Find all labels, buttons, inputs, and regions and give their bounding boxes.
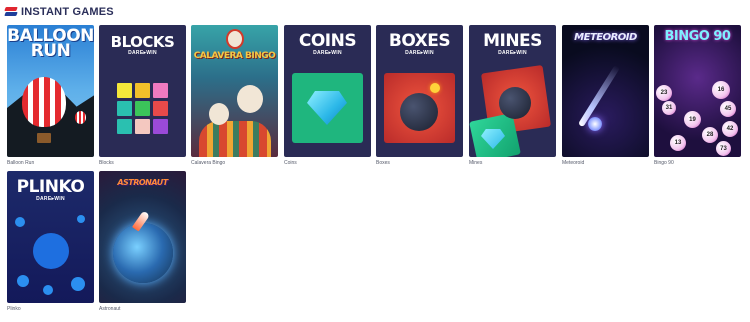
game-art-title: ASTRONAUT (117, 178, 168, 187)
game-thumbnail[interactable]: PLINKO DARE▸WIN (7, 171, 94, 303)
game-label[interactable]: Calavera Bingo (191, 160, 225, 166)
game-art-title: METEOROID (574, 32, 637, 43)
bingo-ball: 23 (656, 85, 672, 101)
basket-icon (37, 133, 51, 143)
bomb-icon (499, 87, 531, 119)
skull-icon (209, 103, 229, 125)
hot-air-balloon-icon (22, 77, 66, 127)
dare-win-logo: DARE▸WIN (128, 50, 157, 56)
bingo-ball: 19 (684, 111, 701, 128)
dare-win-logo: DARE▸WIN (313, 50, 342, 56)
game-label[interactable]: Bingo 90 (654, 160, 674, 166)
bingo-ball: 45 (720, 101, 736, 117)
game-art-title: BLOCKS (110, 33, 175, 51)
game-art-title: PLINKO (16, 177, 85, 197)
bingo-ball: 16 (712, 81, 730, 99)
spark-icon (430, 83, 440, 93)
block-pink-icon (153, 83, 168, 98)
game-tile-meteoroid[interactable]: METEOROID Meteoroid (562, 25, 649, 166)
game-thumbnail[interactable]: BALLOON RUN (7, 25, 94, 157)
game-tile-bingo-90[interactable]: BINGO 90 23 16 31 19 45 28 42 13 73 Bing… (654, 25, 741, 166)
block-red-icon (153, 101, 168, 116)
peg-icon (17, 275, 29, 287)
game-thumbnail[interactable]: CALAVERA BINGO (191, 25, 278, 157)
game-tile-blocks[interactable]: BLOCKS DARE▸WIN Blocks (99, 25, 186, 166)
dare-win-logo: DARE▸WIN (405, 50, 434, 56)
game-tile-calavera-bingo[interactable]: CALAVERA BINGO Calavera Bingo (191, 25, 278, 166)
game-art-title: COINS (298, 31, 357, 51)
peg-icon (43, 285, 53, 295)
game-label[interactable]: Plinko (7, 306, 21, 312)
game-thumbnail[interactable]: METEOROID (562, 25, 649, 157)
block-green-icon (135, 101, 150, 116)
block-teal-icon (117, 101, 132, 116)
game-art-title: MINES (483, 31, 542, 51)
game-label[interactable]: Boxes (376, 160, 390, 166)
game-thumbnail[interactable]: BLOCKS DARE▸WIN (99, 25, 186, 157)
game-art-title: BALLOON RUN (7, 26, 94, 61)
plinko-ball-icon (33, 233, 69, 269)
game-thumbnail[interactable]: ASTRONAUT (99, 171, 186, 303)
bingo-ball: 31 (662, 101, 676, 115)
game-label[interactable]: Blocks (99, 160, 114, 166)
bomb-icon (400, 93, 438, 131)
game-label[interactable]: Coins (284, 160, 297, 166)
skull-icon (237, 85, 263, 113)
section-title: INSTANT GAMES (21, 6, 114, 18)
bingo-ball: 73 (716, 141, 731, 156)
game-thumbnail[interactable]: BOXES DARE▸WIN (376, 25, 463, 157)
game-tile-mines[interactable]: MINES DARE▸WIN Mines (469, 25, 556, 166)
poncho-art (199, 121, 271, 157)
block-yellow-icon (117, 83, 132, 98)
game-tile-balloon-run[interactable]: BALLOON RUN Balloon Run (7, 25, 94, 166)
block-teal-icon (117, 119, 132, 134)
game-thumbnail[interactable]: COINS DARE▸WIN (284, 25, 371, 157)
game-thumbnail[interactable]: MINES DARE▸WIN (469, 25, 556, 157)
skull-icon (226, 29, 244, 49)
game-label[interactable]: Mines (469, 160, 482, 166)
block-peach-icon (135, 119, 150, 134)
game-label[interactable]: Astronaut (99, 306, 120, 312)
game-art-title: BINGO 90 (664, 29, 731, 44)
game-label[interactable]: Meteoroid (562, 160, 584, 166)
peg-icon (71, 277, 85, 291)
peg-icon (77, 215, 85, 223)
game-art-title: CALAVERA BINGO (193, 51, 276, 61)
brand-stripes-icon (4, 7, 18, 17)
game-thumbnail[interactable]: BINGO 90 23 16 31 19 45 28 42 13 73 (654, 25, 741, 157)
planet-icon (113, 223, 173, 283)
section-header: INSTANT GAMES (4, 5, 114, 19)
blocks-grid (117, 83, 168, 134)
bingo-ball: 28 (702, 127, 718, 143)
dare-win-logo: DARE▸WIN (36, 196, 65, 202)
game-tile-astronaut[interactable]: ASTRONAUT Astronaut (99, 171, 186, 312)
game-tile-plinko[interactable]: PLINKO DARE▸WIN Plinko (7, 171, 94, 312)
bingo-ball: 42 (722, 121, 738, 137)
peg-icon (15, 217, 25, 227)
dare-win-logo: DARE▸WIN (498, 50, 527, 56)
bingo-ball: 13 (670, 135, 686, 151)
block-gold-icon (135, 83, 150, 98)
small-balloon-icon (75, 111, 86, 124)
game-tile-boxes[interactable]: BOXES DARE▸WIN Boxes (376, 25, 463, 166)
game-art-title: BOXES (388, 31, 451, 51)
meteor-icon (588, 117, 602, 131)
game-label[interactable]: Balloon Run (7, 160, 34, 166)
block-purple-icon (153, 119, 168, 134)
game-tile-coins[interactable]: COINS DARE▸WIN Coins (284, 25, 371, 166)
